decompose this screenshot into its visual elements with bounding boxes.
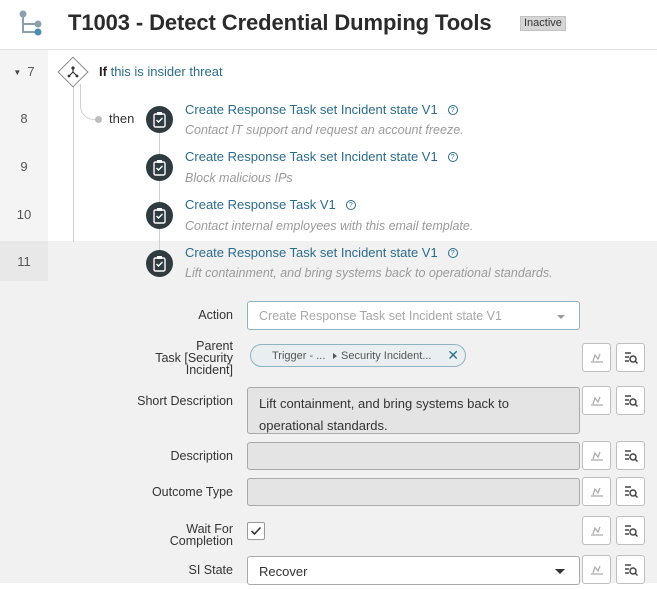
description-field[interactable]	[247, 442, 580, 470]
si-state-select[interactable]: Recover	[247, 556, 580, 585]
data-pill-icon	[591, 487, 603, 497]
page-title: T1003 - Detect Credential Dumping Tools	[68, 10, 492, 35]
explore-icon	[625, 486, 639, 499]
step-subtitle-9: Block malicious IPs	[185, 171, 293, 185]
chevron-down-icon	[555, 569, 565, 574]
data-pill-picker-button[interactable]	[582, 555, 611, 584]
then-connector-dot	[95, 116, 102, 123]
data-pill-icon	[591, 526, 603, 536]
branch-icon	[67, 66, 79, 78]
task-icon[interactable]	[146, 106, 173, 133]
data-pill-picker-button[interactable]	[582, 441, 611, 470]
action-select[interactable]: Create Response Task set Incident state …	[247, 301, 580, 330]
remove-pill-icon[interactable]: ✕	[447, 347, 459, 364]
collapse-caret-icon[interactable]: ▼	[13, 68, 21, 77]
step-title-11[interactable]: Create Response Task set Incident state …	[185, 245, 458, 260]
data-pill-icon	[591, 353, 603, 363]
flow-designer-icon	[19, 10, 42, 36]
explore-icon	[625, 564, 639, 577]
help-circle-icon[interactable]: ?	[447, 248, 458, 258]
step-title-10[interactable]: Create Response Task V1?	[185, 197, 356, 212]
task-icon[interactable]	[146, 250, 173, 277]
outcome-type-label: Outcome Type	[151, 485, 233, 499]
action-label: Action	[198, 308, 233, 322]
explore-icon	[625, 525, 639, 538]
short-description-field[interactable]: Lift containment, and bring systems back…	[247, 387, 580, 434]
step-subtitle-8: Contact IT support and request an accoun…	[185, 123, 464, 137]
help-circle-icon[interactable]: ?	[447, 152, 458, 162]
if-condition-row[interactable]: If this is insider threat	[99, 64, 223, 79]
parent-task-label: Parent Task [Security Incident]	[155, 339, 233, 377]
if-keyword: If	[99, 64, 107, 79]
explore-icon	[625, 450, 639, 463]
explore-icon	[625, 352, 639, 365]
chevron-down-icon	[557, 315, 565, 319]
row-number-7[interactable]: ▼ 7	[0, 64, 48, 79]
row-number-11: 11	[17, 254, 31, 269]
then-connector-curve	[80, 84, 100, 120]
explore-button[interactable]	[616, 477, 645, 506]
pill-separator-icon	[333, 353, 337, 359]
short-description-label: Short Description	[137, 394, 233, 408]
row-number-8: 8	[20, 111, 28, 126]
status-badge: Inactive	[520, 16, 566, 31]
description-label: Description	[170, 449, 233, 463]
wait-for-completion-label: Wait For Completion	[169, 522, 233, 548]
task-icon[interactable]	[146, 202, 173, 229]
row-number-9: 9	[20, 159, 28, 174]
step-connector-line	[159, 130, 160, 260]
explore-button[interactable]	[616, 441, 645, 470]
then-label: then	[109, 111, 135, 126]
explore-button[interactable]	[616, 386, 645, 415]
data-pill-icon	[591, 565, 603, 575]
help-circle-icon[interactable]: ?	[345, 200, 356, 210]
step-subtitle-11: Lift containment, and bring systems back…	[185, 266, 553, 280]
data-pill-picker-button[interactable]	[582, 477, 611, 506]
parent-task-data-pill[interactable]: Trigger - ... Security Incident... ✕	[250, 344, 466, 367]
explore-button[interactable]	[616, 516, 645, 545]
data-pill-icon	[591, 451, 603, 461]
data-pill-picker-button[interactable]	[582, 386, 611, 415]
explore-button[interactable]	[616, 343, 645, 372]
si-state-label: SI State	[188, 563, 233, 577]
data-pill-picker-button[interactable]	[582, 343, 611, 372]
header: T1003 - Detect Credential Dumping Tools …	[0, 0, 657, 50]
step-subtitle-10: Contact internal employees with this ema…	[185, 219, 474, 233]
help-circle-icon[interactable]: ?	[447, 105, 458, 115]
row-number-10: 10	[16, 207, 32, 222]
check-icon	[250, 526, 262, 536]
data-pill-icon	[591, 396, 603, 406]
data-pill-picker-button[interactable]	[582, 516, 611, 545]
explore-button[interactable]	[616, 555, 645, 584]
step-title-8[interactable]: Create Response Task set Incident state …	[185, 102, 458, 117]
explore-icon	[625, 395, 639, 408]
task-icon[interactable]	[146, 154, 173, 181]
outcome-type-field[interactable]	[247, 478, 580, 506]
wait-for-completion-checkbox[interactable]	[247, 522, 265, 540]
branch-connector-line	[73, 86, 74, 242]
step-title-9[interactable]: Create Response Task set Incident state …	[185, 149, 458, 164]
if-condition-link[interactable]: this is insider threat	[111, 64, 223, 79]
